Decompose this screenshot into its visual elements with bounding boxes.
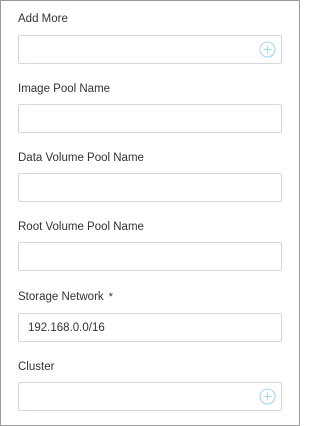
storage-network-value: 192.168.0.0/16	[28, 322, 105, 334]
data-volume-pool-input[interactable]	[18, 173, 282, 202]
storage-network-label: Storage Network *	[18, 290, 113, 304]
storage-network-input[interactable]: 192.168.0.0/16	[18, 313, 282, 342]
required-mark: *	[108, 291, 113, 303]
image-pool-label: Image Pool Name	[18, 83, 111, 95]
root-volume-pool-input[interactable]	[18, 242, 282, 271]
add-more-field[interactable]	[18, 35, 282, 64]
cluster-label: Cluster	[18, 361, 55, 373]
cluster-field[interactable]	[18, 382, 282, 411]
root-volume-pool-label: Root Volume Pool Name	[18, 221, 144, 233]
add-more-label: Add More	[18, 13, 68, 25]
image-pool-input[interactable]	[18, 104, 282, 133]
data-volume-pool-label: Data Volume Pool Name	[18, 152, 144, 164]
form-panel: Add More Image Pool Name Data Volume Poo…	[0, 0, 300, 426]
cluster-plus-icon[interactable]	[259, 388, 276, 405]
add-more-plus-icon[interactable]	[259, 41, 276, 58]
storage-network-label-text: Storage Network	[18, 291, 104, 303]
